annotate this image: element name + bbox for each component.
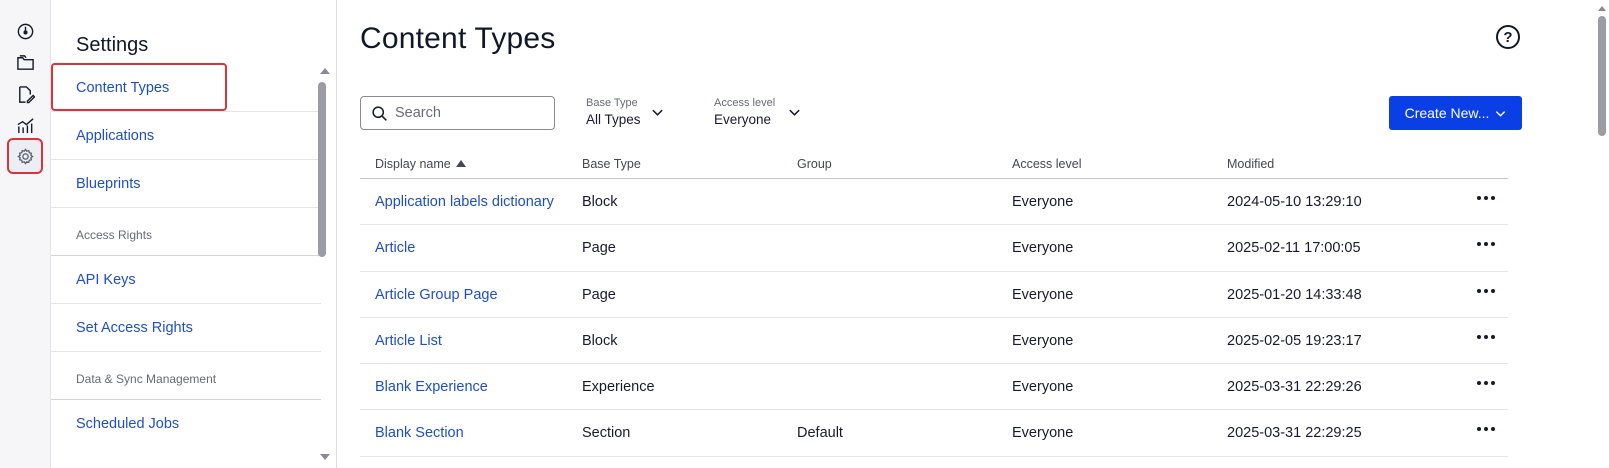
section-heading-data-sync: Data & Sync Management bbox=[51, 351, 321, 399]
nav-item-applications[interactable]: Applications bbox=[51, 111, 321, 159]
row-base-type: Block bbox=[582, 194, 618, 210]
dashboard-icon[interactable] bbox=[9, 17, 41, 45]
row-name-link[interactable]: Article bbox=[375, 240, 415, 256]
row-base-type: Experience bbox=[582, 379, 655, 396]
create-new-label: Create New... bbox=[1404, 105, 1490, 121]
table-row: Article Page Everyone 2025-02-11 17:00:0… bbox=[360, 225, 1508, 272]
create-new-button[interactable]: Create New... bbox=[1389, 96, 1522, 130]
more-actions-icon[interactable] bbox=[1477, 422, 1495, 436]
settings-panel: Settings Content Types Applications Blue… bbox=[51, 0, 337, 468]
more-actions-icon[interactable] bbox=[1477, 237, 1495, 251]
icon-rail bbox=[0, 0, 51, 468]
table-row: Article Group Page Page Everyone 2025-01… bbox=[360, 272, 1508, 318]
row-access-level: Everyone bbox=[1012, 332, 1074, 349]
row-modified: 2025-02-11 17:00:05 bbox=[1227, 240, 1361, 257]
chevron-down-icon bbox=[652, 109, 663, 116]
settings-nav: Content Types Applications Blueprints Ac… bbox=[51, 63, 321, 447]
access-level-filter[interactable]: Access level Everyone bbox=[714, 97, 814, 127]
row-modified: 2025-03-31 22:29:25 bbox=[1227, 425, 1362, 442]
nav-item-set-access-rights[interactable]: Set Access Rights bbox=[51, 303, 321, 351]
scroll-thumb[interactable] bbox=[1598, 16, 1606, 136]
folders-icon[interactable] bbox=[9, 48, 41, 76]
row-name-link[interactable]: Application labels dictionary bbox=[375, 194, 554, 210]
scroll-up-icon[interactable] bbox=[320, 68, 330, 74]
row-base-type: Block bbox=[582, 332, 618, 349]
row-access-level: Everyone bbox=[1012, 240, 1074, 257]
row-modified: 2025-02-05 19:23:17 bbox=[1227, 332, 1362, 349]
sort-ascending-icon bbox=[455, 160, 466, 167]
chevron-down-icon bbox=[1496, 110, 1506, 117]
more-actions-icon[interactable] bbox=[1477, 191, 1495, 205]
row-access-level: Everyone bbox=[1012, 286, 1074, 303]
base-type-filter[interactable]: Base Type All Types bbox=[586, 97, 676, 127]
settings-icon[interactable] bbox=[7, 138, 43, 174]
page-scrollbar[interactable] bbox=[1595, 0, 1609, 468]
edit-document-icon[interactable] bbox=[9, 80, 41, 108]
table-header: Display name Base Type Group Access leve… bbox=[360, 150, 1508, 179]
table-row: Blank Section Section Default Everyone 2… bbox=[360, 410, 1508, 457]
column-header-group[interactable]: Group bbox=[797, 157, 832, 171]
table-row: Article List Block Everyone 2025-02-05 1… bbox=[360, 318, 1508, 365]
row-group: Default bbox=[797, 425, 843, 442]
row-name-link[interactable]: Blank Section bbox=[375, 425, 464, 441]
row-name-link[interactable]: Article Group Page bbox=[375, 287, 498, 303]
search-icon bbox=[372, 105, 387, 121]
nav-item-content-types[interactable]: Content Types bbox=[51, 63, 227, 111]
row-access-level: Everyone bbox=[1012, 379, 1074, 396]
row-base-type: Page bbox=[582, 286, 616, 303]
row-modified: 2025-03-31 22:29:26 bbox=[1227, 379, 1362, 396]
scroll-thumb[interactable] bbox=[318, 82, 326, 257]
row-base-type: Page bbox=[582, 240, 616, 257]
analytics-icon[interactable] bbox=[9, 111, 41, 139]
table-row: Application labels dictionary Block Ever… bbox=[360, 179, 1508, 226]
section-heading-access-rights: Access Rights bbox=[51, 207, 321, 255]
search-box[interactable] bbox=[360, 96, 555, 130]
row-base-type: Section bbox=[582, 425, 631, 442]
help-icon[interactable]: ? bbox=[1496, 25, 1520, 49]
more-actions-icon[interactable] bbox=[1477, 284, 1495, 298]
table-row: Blank Experience Experience Everyone 202… bbox=[360, 364, 1508, 411]
row-access-level: Everyone bbox=[1012, 425, 1074, 442]
nav-item-blueprints[interactable]: Blueprints bbox=[51, 159, 321, 207]
panel-scrollbar[interactable] bbox=[318, 64, 330, 468]
search-input[interactable] bbox=[395, 105, 545, 121]
content-types-table: Display name Base Type Group Access leve… bbox=[360, 150, 1508, 457]
more-actions-icon[interactable] bbox=[1477, 330, 1495, 344]
row-modified: 2024-05-10 13:29:10 bbox=[1227, 194, 1362, 210]
row-modified: 2025-01-20 14:33:48 bbox=[1227, 286, 1362, 303]
column-header-access-level[interactable]: Access level bbox=[1012, 157, 1081, 171]
more-actions-icon[interactable] bbox=[1477, 376, 1495, 390]
column-header-display-name[interactable]: Display name bbox=[375, 157, 466, 171]
column-header-base-type[interactable]: Base Type bbox=[582, 157, 641, 171]
main-content: Content Types ? Base Type All Types Acce… bbox=[338, 0, 1609, 468]
chevron-down-icon bbox=[789, 109, 800, 116]
row-name-link[interactable]: Blank Experience bbox=[375, 379, 488, 395]
nav-item-scheduled-jobs[interactable]: Scheduled Jobs bbox=[51, 399, 321, 447]
scroll-down-icon[interactable] bbox=[320, 454, 330, 460]
nav-item-api-keys[interactable]: API Keys bbox=[51, 255, 321, 303]
scroll-up-icon[interactable] bbox=[1598, 6, 1606, 11]
panel-title: Settings bbox=[76, 34, 149, 56]
page-title: Content Types bbox=[360, 22, 556, 55]
column-header-modified[interactable]: Modified bbox=[1227, 157, 1274, 171]
row-access-level: Everyone bbox=[1012, 194, 1074, 210]
row-name-link[interactable]: Article List bbox=[375, 333, 442, 349]
